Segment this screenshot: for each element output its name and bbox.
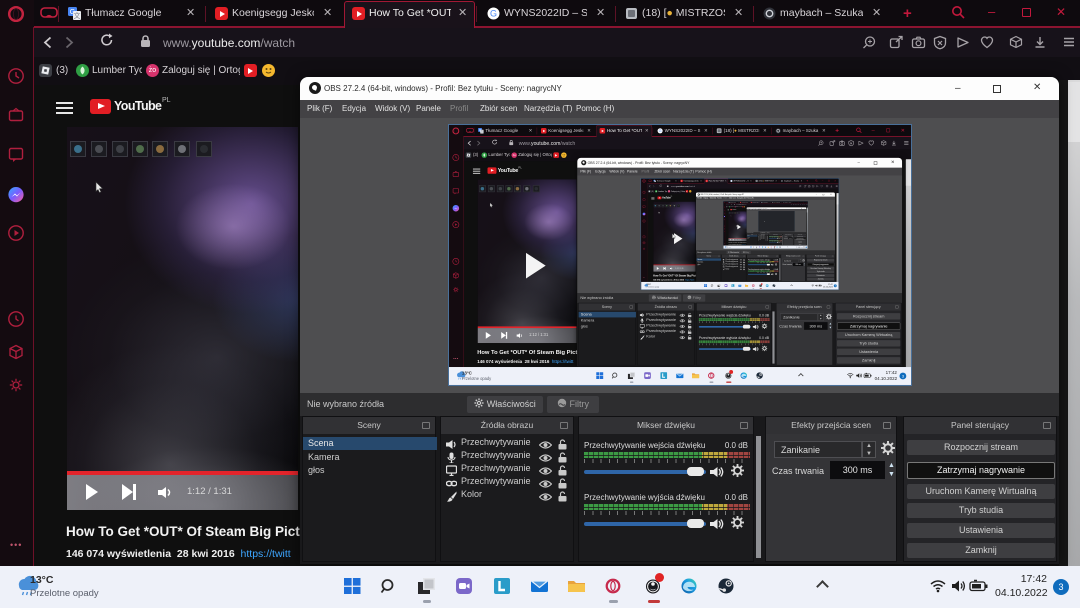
svg-text:文: 文: [74, 11, 81, 20]
svg-text:G: G: [490, 9, 497, 19]
svg-text:G: G: [659, 129, 662, 133]
svg-text:文: 文: [480, 129, 483, 134]
